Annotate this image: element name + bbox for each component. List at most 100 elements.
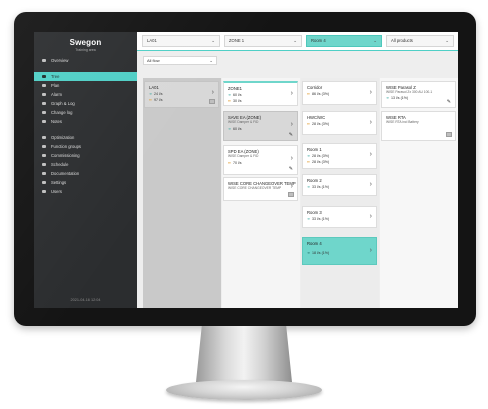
topbar-accent-line [137, 50, 458, 51]
chevron-right-icon: › [290, 155, 293, 162]
supply-arrow-icon: ➜ [307, 217, 311, 221]
sidebar-nav: Overview Tree Plan Alarm Graph & Log Cha… [34, 56, 137, 196]
wrench-icon: ✎ [288, 132, 293, 138]
gear-icon [42, 181, 46, 184]
card-supply-flow: ➜ 60 l/s [228, 93, 242, 97]
card-supply-flow: ➜ 33 l/s (1%) [307, 217, 330, 221]
sidebar-item-commissioning[interactable]: Commissioning [34, 151, 137, 160]
card-title: LA01 [149, 85, 159, 90]
users-icon [42, 190, 46, 193]
tree-card-corridor[interactable]: Corridor ⬅ 86 l/s (3%) › [302, 81, 377, 105]
sidebar-item-function-groups[interactable]: Function groups [34, 142, 137, 151]
card-title: Room 2 [307, 178, 322, 183]
tree-card-wise-core[interactable]: WISE CORE CHANGEOVER TEMP WISE CORE CHAN… [223, 177, 298, 201]
sidebar-item-label: Plan [51, 83, 60, 88]
tree-card-wise-rta[interactable]: WISE RTA WISE RTA incl Battery [381, 111, 456, 141]
tree-card-room-4[interactable]: Room 4 ➜ 18 l/s (1%) › [302, 237, 377, 265]
card-supply-flow: ➜ 13 l/s (1%) [386, 96, 409, 100]
tree-card-room-3[interactable]: Room 3 ➜ 33 l/s (1%) › [302, 206, 377, 228]
filter-value: All flow [147, 58, 160, 63]
topbar: LA01 ⌄ ZONE 1 ⌄ Room 4 ⌄ All products ⌄ [137, 32, 458, 50]
bell-icon [42, 93, 46, 96]
sidebar-item-label: Commissioning [51, 153, 80, 158]
chevron-right-icon: › [369, 213, 372, 220]
tree-card-save-ea[interactable]: SAVE EA (ZONE) WISE Damper & FID ➜ 60 l/s… [223, 111, 298, 141]
sidebar-item-overview[interactable]: Overview [34, 56, 137, 65]
tree-card-room-2[interactable]: Room 2 ➜ 33 l/s (1%) › [302, 174, 377, 196]
tree-card-room-1[interactable]: Room 1 ➜ 28 l/s (3%) ⬅ 28 l/s (3%) › [302, 143, 377, 169]
map-pin-icon [42, 84, 46, 87]
logo-text: Swegon [69, 38, 102, 47]
sidebar: Swegon Training area Overview Tree Plan … [34, 32, 137, 308]
sidebar-item-label: Alarm [51, 92, 62, 97]
monitor-stand-base [166, 380, 322, 400]
dropdown-building[interactable]: LA01 ⌄ [142, 35, 220, 47]
wrench-icon: ✎ [446, 99, 451, 105]
card-subtitle: WISE Parasol Zx 300 AU 100-1 [386, 90, 433, 94]
chevron-down-icon: ⌄ [211, 38, 215, 43]
sidebar-item-schedule[interactable]: Schedule [34, 160, 137, 169]
sidebar-item-label: Optimization [51, 135, 75, 140]
sidebar-item-label: Users [51, 189, 62, 194]
card-title: Room 4 [307, 241, 322, 246]
dropdown-room[interactable]: Room 4 ⌄ [306, 35, 382, 47]
chevron-right-icon: › [369, 247, 372, 254]
tree-card-hwc-wc[interactable]: HWC/WC ⬅ 28 l/s (3%) › [302, 111, 377, 135]
sidebar-item-documentation[interactable]: Documentation [34, 169, 137, 178]
monitor-stand-neck [196, 326, 292, 382]
sidebar-item-users[interactable]: Users [34, 187, 137, 196]
tree-card-spd-ea[interactable]: SPD EA (ZONE) WISE Damper & FID ⬅ 70 l/s … [223, 145, 298, 175]
card-title: ZONE1 [228, 86, 242, 91]
card-extract-flow: ⬅ 30 l/s [228, 99, 242, 103]
card-supply-flow: ➜ 28 l/s (3%) [307, 154, 330, 158]
chevron-right-icon: › [369, 89, 372, 96]
card-extract-flow: ⬅ 86 l/s (3%) [307, 92, 330, 96]
chevron-down-icon: ⌄ [445, 38, 449, 43]
card-supply-flow: ➜ 24 l/s [149, 92, 163, 96]
sidebar-item-graph-log[interactable]: Graph & Log [34, 99, 137, 108]
grid-icon [42, 154, 46, 157]
graph-icon [42, 102, 46, 105]
dropdown-products[interactable]: All products ⌄ [386, 35, 454, 47]
logo-subtitle: Training area [75, 48, 96, 52]
chevron-right-icon: › [369, 119, 372, 126]
flow-filter-dropdown[interactable]: All flow ⌄ [143, 56, 217, 65]
tree-card-wise-parasol[interactable]: WISE Parasol Z WISE Parasol Zx 300 AU 10… [381, 81, 456, 108]
dropdown-zone[interactable]: ZONE 1 ⌄ [224, 35, 302, 47]
sidebar-item-label: Function groups [51, 144, 82, 149]
extract-arrow-icon: ⬅ [307, 122, 311, 126]
extract-arrow-icon: ⬅ [228, 161, 232, 165]
sidebar-item-settings[interactable]: Settings [34, 178, 137, 187]
sidebar-item-notes[interactable]: Notes [34, 117, 137, 126]
sidebar-item-tree[interactable]: Tree [34, 72, 137, 81]
supply-arrow-icon: ➜ [307, 185, 311, 189]
extract-arrow-icon: ⬅ [228, 99, 232, 103]
tree-card-la01[interactable]: LA01 ➜ 24 l/s ⬅ 97 l/s › [144, 81, 219, 108]
chevron-down-icon: ⌄ [209, 58, 213, 63]
sidebar-item-plan[interactable]: Plan [34, 81, 137, 90]
sidebar-footer-timestamp: 2021-04-16 12:04 [70, 298, 101, 302]
extract-arrow-icon: ⬅ [307, 160, 311, 164]
chevron-down-icon: ⌄ [373, 38, 377, 43]
tree-icon [42, 75, 46, 78]
supply-arrow-icon: ➜ [307, 154, 311, 158]
dropdown-value: ZONE 1 [229, 38, 245, 43]
extract-arrow-icon: ⬅ [307, 92, 311, 96]
card-subtitle: WISE CORE CHANGEOVER TEMP [228, 186, 282, 190]
card-title: Corridor [307, 85, 323, 90]
sidebar-item-label: Notes [51, 119, 62, 124]
tree-card-zone1[interactable]: ZONE1 ➜ 60 l/s ⬅ 30 l/s › [223, 81, 298, 106]
sidebar-item-optimization[interactable]: Optimization [34, 133, 137, 142]
card-subtitle: WISE Damper & FID [228, 120, 259, 124]
supply-arrow-icon: ➜ [228, 93, 232, 97]
sidebar-item-label: Change log [51, 110, 73, 115]
dropdown-value: Room 4 [311, 38, 326, 43]
card-subtitle: WISE Damper & FID [228, 154, 259, 158]
clipboard-icon [42, 111, 46, 114]
brand-logo[interactable]: Swegon Training area [34, 38, 137, 52]
sidebar-item-change-log[interactable]: Change log [34, 108, 137, 117]
optimization-icon [42, 136, 46, 139]
chevron-right-icon: › [290, 183, 293, 190]
sidebar-item-alarm[interactable]: Alarm [34, 90, 137, 99]
device-icon [288, 192, 294, 197]
